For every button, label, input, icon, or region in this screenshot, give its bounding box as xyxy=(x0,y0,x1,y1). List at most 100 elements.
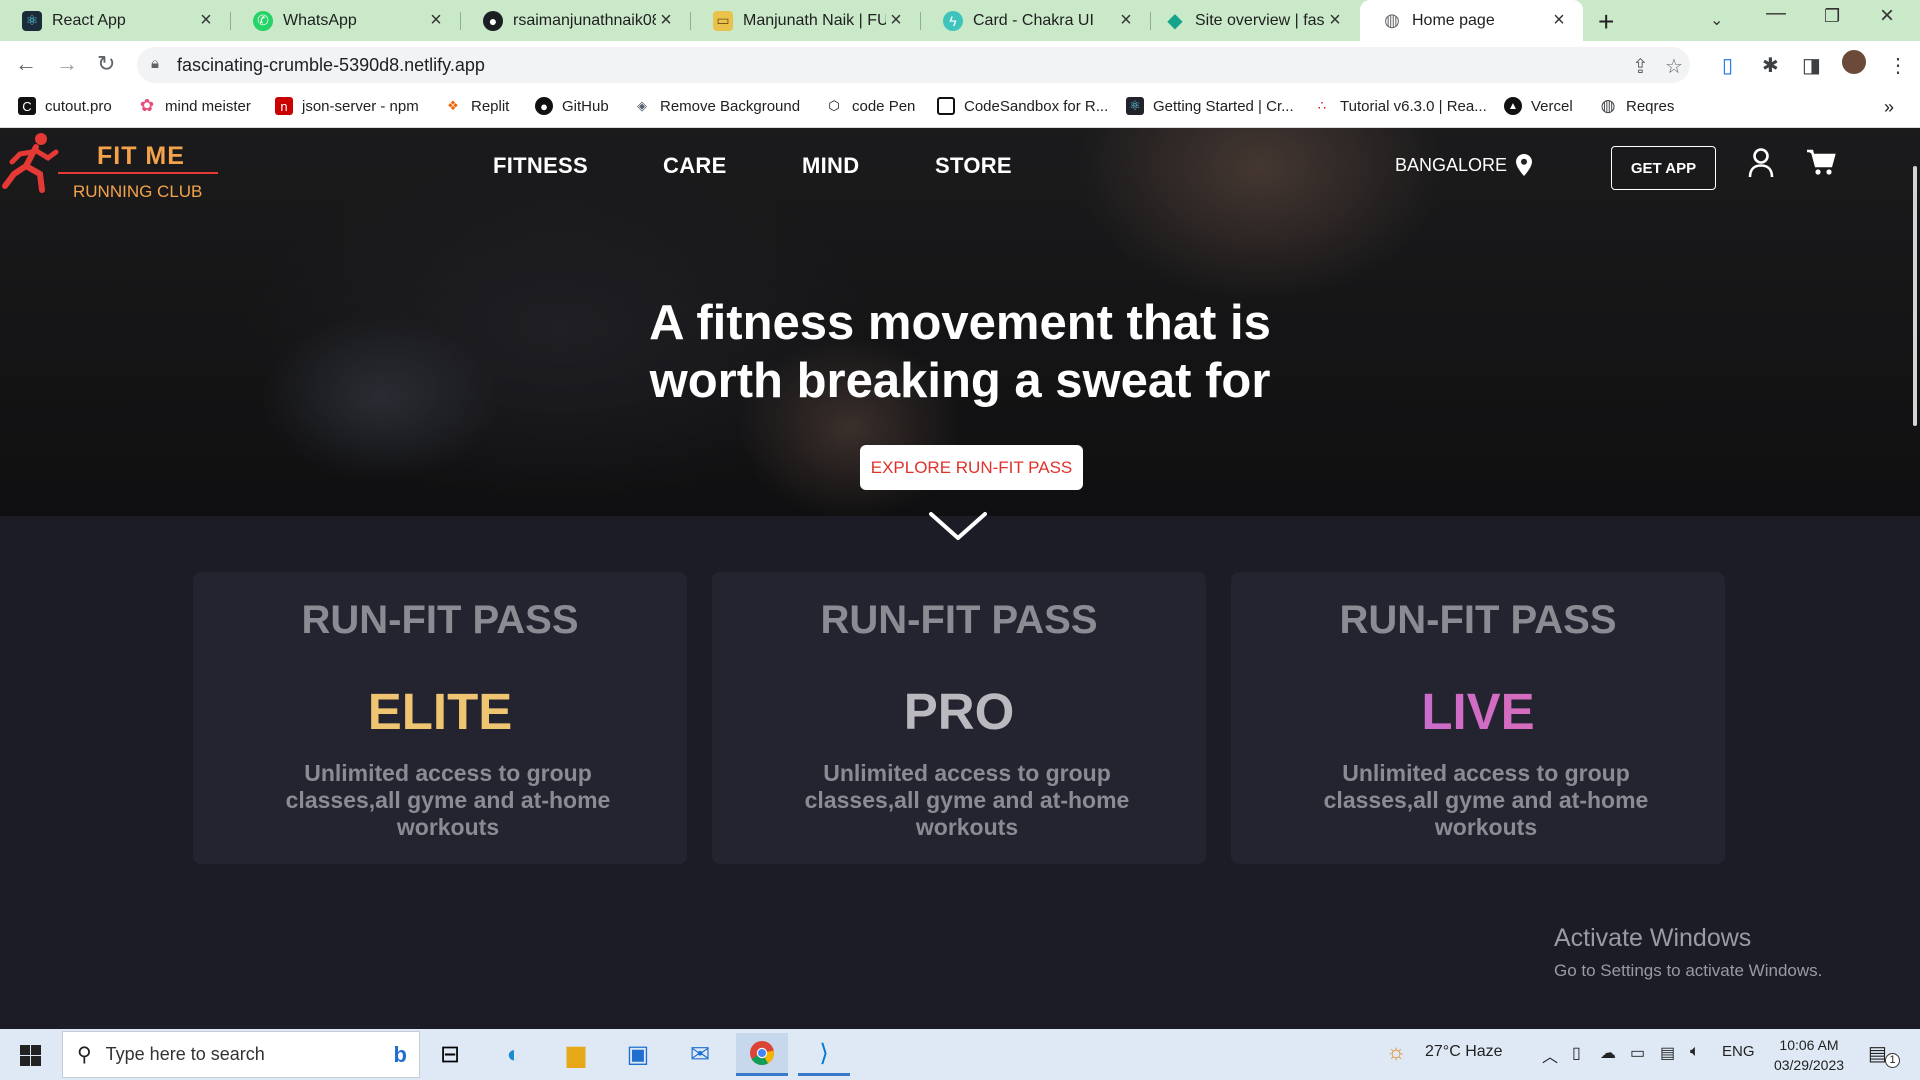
close-icon[interactable]: × xyxy=(1549,9,1569,32)
close-icon[interactable]: × xyxy=(1116,9,1136,32)
edge-icon[interactable]: ◐ xyxy=(488,1033,540,1076)
bookmark-cutout[interactable]: Ccutout.pro xyxy=(18,97,112,115)
cra-icon: ⚛ xyxy=(1126,97,1144,115)
battery-icon[interactable]: ▭ xyxy=(1630,1043,1645,1063)
mail-icon[interactable]: ✉ xyxy=(674,1033,726,1076)
page-viewport: FIT ME RUNNING CLUB FITNESS CARE MIND ST… xyxy=(0,128,1920,1029)
volume-icon[interactable]: 🔈︎ xyxy=(1690,1043,1700,1061)
nav-care[interactable]: CARE xyxy=(663,153,727,179)
github-icon: ● xyxy=(535,97,553,115)
cart-icon[interactable] xyxy=(1806,148,1836,176)
bookmarks-bar: Ccutout.pro ✿ mind meister n json-server -… xyxy=(0,90,1920,128)
language-indicator[interactable]: ENG xyxy=(1722,1043,1755,1060)
page-scrollbar[interactable] xyxy=(1913,166,1917,426)
store-icon[interactable]: ▣ xyxy=(612,1033,664,1076)
plan-card-elite[interactable]: RUN-FIT PASS ELITE Unlimited access to g… xyxy=(193,572,687,864)
bookmark-reqres[interactable]: ◍ Reqres xyxy=(1599,96,1675,115)
extension-translate-icon[interactable]: ▯ xyxy=(1722,53,1733,78)
extensions-puzzle-icon[interactable]: ✱ xyxy=(1762,53,1779,78)
close-icon[interactable]: × xyxy=(656,9,676,32)
tab-chakra-ui[interactable]: ϟ Card - Chakra UI × xyxy=(921,0,1150,41)
vscode-icon[interactable]: ⟩ xyxy=(798,1033,850,1076)
plan-tier: ELITE xyxy=(367,683,513,740)
bookmark-replit[interactable]: ❖ Replit xyxy=(444,97,509,115)
tab-github[interactable]: ● rsaimanjunathnaik083 × xyxy=(461,0,690,41)
browser-toolbar: ← → ↻ 🔒︎ fascinating-crumble-5390d8.netl… xyxy=(0,41,1920,90)
restore-icon[interactable]: ❐ xyxy=(1824,6,1840,27)
nav-store[interactable]: STORE xyxy=(935,153,1012,179)
nav-mind[interactable]: MIND xyxy=(802,153,859,179)
tab-netlify[interactable]: ◆ Site overview | fascina × xyxy=(1151,0,1359,41)
notification-count-badge: 1 xyxy=(1885,1053,1900,1068)
removebg-icon: ◈ xyxy=(637,98,647,113)
notifications-icon[interactable]: ▤ xyxy=(1868,1041,1887,1066)
onedrive-icon[interactable]: ☁ xyxy=(1600,1043,1616,1063)
forward-arrow-icon[interactable]: → xyxy=(56,51,78,77)
tab-react-app[interactable]: ⚛ React App × xyxy=(0,0,230,41)
windows-start-icon[interactable] xyxy=(20,1045,41,1066)
file-explorer-icon[interactable]: ▆ xyxy=(550,1033,602,1076)
chrome-icon[interactable] xyxy=(736,1033,788,1076)
scroll-down-chevron-icon[interactable] xyxy=(928,510,988,542)
explore-pass-button[interactable]: EXPLORE RUN-FIT PASS xyxy=(860,445,1083,490)
bookmark-codesandbox[interactable]: CodeSandbox for R... xyxy=(937,97,1108,115)
plan-card-pro[interactable]: RUN-FIT PASS PRO Unlimited access to gro… xyxy=(712,572,1206,864)
plan-card-live[interactable]: RUN-FIT PASS LIVE Unlimited access to gr… xyxy=(1231,572,1725,864)
search-placeholder: Type here to search xyxy=(105,1044,265,1064)
site-logo[interactable]: FIT ME RUNNING CLUB xyxy=(2,130,222,201)
new-tab-button[interactable]: + xyxy=(1598,6,1614,38)
share-icon[interactable]: ⇪ xyxy=(1632,54,1649,79)
bookmark-react-router[interactable]: ∴ Tutorial v6.3.0 | Rea... xyxy=(1313,97,1487,115)
bookmark-npm[interactable]: n json-server - npm xyxy=(275,97,419,115)
more-bookmarks-button[interactable]: » xyxy=(1884,97,1894,118)
close-icon[interactable]: × xyxy=(196,9,216,32)
minimize-icon[interactable]: — xyxy=(1766,2,1786,25)
network-icon[interactable]: ▤ xyxy=(1660,1043,1675,1063)
tab-whatsapp[interactable]: ✆ WhatsApp × xyxy=(231,0,460,41)
profile-avatar[interactable] xyxy=(1842,50,1866,74)
city-selector[interactable]: BANGALORE xyxy=(1395,154,1533,176)
bookmark-star-icon[interactable]: ☆ xyxy=(1665,54,1683,79)
bing-icon[interactable]: b xyxy=(394,1042,407,1068)
replit-icon: ❖ xyxy=(447,98,459,113)
runner-logo-icon xyxy=(2,133,59,193)
device-icon[interactable]: ▯ xyxy=(1572,1043,1581,1063)
weather-icon[interactable]: ☼ xyxy=(1386,1039,1406,1065)
bookmark-create-react-app[interactable]: ⚛ Getting Started | Cr... xyxy=(1126,97,1294,115)
lock-icon[interactable]: 🔒︎ xyxy=(151,55,159,72)
tab-portfolio[interactable]: ▭ Manjunath Naik | FUL × xyxy=(691,0,920,41)
user-account-icon[interactable] xyxy=(1748,148,1774,178)
close-window-icon[interactable]: × xyxy=(1880,2,1894,30)
close-icon[interactable]: × xyxy=(1325,9,1345,32)
taskbar-search-box[interactable]: ⚲ Type here to search b xyxy=(62,1031,420,1078)
codesandbox-icon xyxy=(937,97,955,115)
plan-description: Unlimited access to group classes,all gy… xyxy=(1323,760,1649,840)
close-icon[interactable]: × xyxy=(426,9,446,32)
side-panel-icon[interactable]: ◨ xyxy=(1802,53,1821,78)
tab-search-icon[interactable]: ⌄ xyxy=(1710,10,1723,30)
task-view-icon[interactable]: ⊟ xyxy=(424,1033,476,1076)
bookmark-remove-bg[interactable]: ◈ Remove Background xyxy=(633,97,800,115)
netlify-icon: ◆ xyxy=(1167,10,1183,32)
get-app-button[interactable]: GET APP xyxy=(1611,146,1716,190)
npm-icon: n xyxy=(275,97,293,115)
plan-kicker: RUN-FIT PASS xyxy=(1339,598,1617,642)
hero-headline: A fitness movement that is worth breakin… xyxy=(649,296,1271,408)
reload-icon[interactable]: ↻ xyxy=(97,51,115,77)
bookmark-github[interactable]: ● GitHub xyxy=(535,97,609,115)
globe-icon: ◍ xyxy=(1384,10,1400,30)
tab-home-page[interactable]: ◍ Home page × xyxy=(1360,0,1583,41)
taskbar-clock[interactable]: 10:06 AM 03/29/2023 xyxy=(1764,1035,1854,1075)
bookmark-mindmeister[interactable]: ✿ mind meister xyxy=(138,96,251,115)
close-icon[interactable]: × xyxy=(886,9,906,32)
weather-text[interactable]: 27°C Haze xyxy=(1425,1043,1503,1061)
url-text[interactable]: fascinating-crumble-5390d8.netlify.app xyxy=(177,55,485,76)
menu-kebab-icon[interactable]: ⋮ xyxy=(1888,53,1908,78)
activate-windows-watermark: Activate Windows Go to Settings to activ… xyxy=(1554,924,1823,980)
back-arrow-icon[interactable]: ← xyxy=(15,51,37,77)
show-hidden-icons-icon[interactable]: ︿ xyxy=(1542,1043,1558,1067)
address-bar[interactable]: 🔒︎ fascinating-crumble-5390d8.netlify.ap… xyxy=(137,47,1690,83)
bookmark-vercel[interactable]: ▲ Vercel xyxy=(1504,97,1573,115)
nav-fitness[interactable]: FITNESS xyxy=(493,153,588,179)
bookmark-codepen[interactable]: ⬡ code Pen xyxy=(825,97,915,115)
